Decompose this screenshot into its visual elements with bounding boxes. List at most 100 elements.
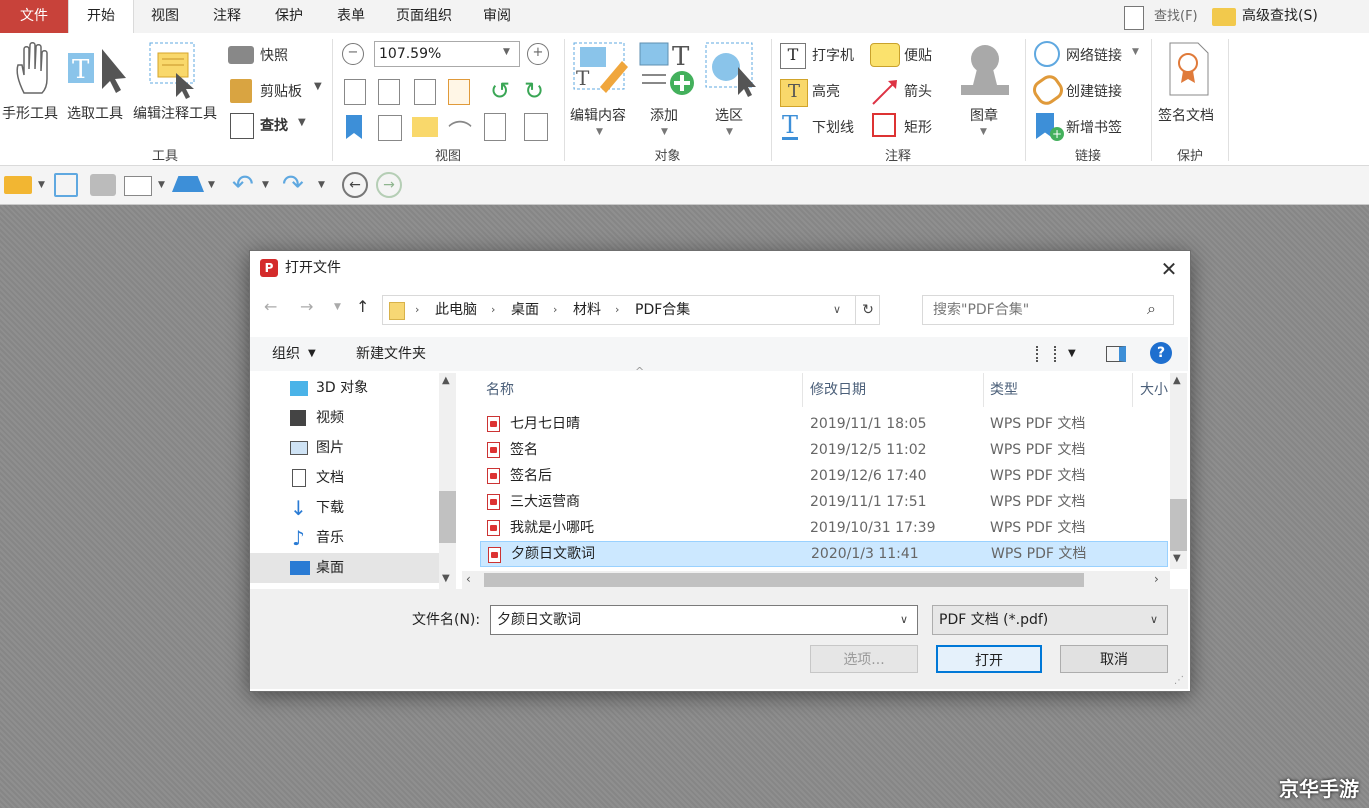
file-row[interactable]: 签名 2019/12/5 11:02 WPS PDF 文档 (480, 437, 1168, 463)
search-icon[interactable]: ⌕ (1147, 299, 1156, 319)
options-button[interactable]: 选项... (810, 645, 918, 673)
sign-document-button[interactable]: 签名文档 (1158, 105, 1214, 125)
tab-organize[interactable]: 页面组织 (384, 0, 464, 33)
save-icon[interactable] (54, 173, 78, 197)
nav-item-documents[interactable]: 文档 (250, 463, 440, 493)
view-dropdown-icon[interactable]: ▼ (1068, 337, 1076, 371)
preview-pane-icon[interactable] (1106, 346, 1126, 362)
nav-item-videos[interactable]: 视频 (250, 403, 440, 433)
email-icon[interactable] (124, 176, 152, 196)
attachment-icon[interactable]: ⌒ (448, 113, 472, 148)
organize-dropdown-icon[interactable]: ▼ (308, 337, 316, 371)
open-folder-icon[interactable] (4, 176, 32, 194)
bookmark-icon[interactable] (346, 115, 362, 139)
nav-item-desktop[interactable]: 桌面 (250, 553, 440, 583)
tab-review[interactable]: 审阅 (468, 0, 526, 33)
column-type[interactable]: 类型 (990, 373, 1018, 407)
new-folder-button[interactable]: 新建文件夹 (356, 337, 426, 371)
scroll-right-icon[interactable]: › (1154, 572, 1159, 586)
open-button[interactable]: 打开 (936, 645, 1042, 673)
zoom-dropdown-icon[interactable]: ▼ (503, 47, 510, 57)
edit-content-dropdown-icon[interactable]: ▼ (596, 127, 603, 137)
layers-icon[interactable] (484, 113, 506, 141)
nav-item-pictures[interactable]: 图片 (250, 433, 440, 463)
resize-grip-icon[interactable]: ⋰ (1174, 675, 1184, 686)
stamp-button[interactable]: 图章 (970, 105, 998, 125)
file-list-hscrollbar[interactable]: ‹ › (462, 571, 1170, 589)
file-row[interactable]: 我就是小哪吒 2019/10/31 17:39 WPS PDF 文档 (480, 515, 1168, 541)
rotate-left-icon[interactable]: ↺ (490, 77, 510, 105)
nav-item-downloads[interactable]: ↓ 下载 (250, 493, 440, 523)
print-icon[interactable] (90, 174, 116, 196)
undo-dropdown-icon[interactable]: ▼ (262, 180, 269, 190)
typewriter-button[interactable]: 打字机 (812, 45, 854, 65)
tab-form[interactable]: 表单 (322, 0, 380, 33)
nav-scrollbar[interactable]: ▲ ▼ (439, 373, 456, 589)
scroll-down-icon[interactable]: ▼ (442, 573, 450, 584)
file-list-scroll-thumb[interactable] (1170, 499, 1187, 551)
scan-icon[interactable] (172, 176, 204, 192)
breadcrumb-pdf-collection[interactable]: PDF合集 (635, 296, 690, 324)
address-dropdown-icon[interactable]: ∨ (833, 296, 841, 324)
breadcrumb-this-pc[interactable]: 此电脑 (435, 296, 477, 324)
find-tool-button[interactable]: 查找 (260, 115, 288, 135)
recent-dropdown-icon[interactable]: ▼ (334, 302, 341, 312)
filetype-dropdown-icon[interactable]: ∨ (1150, 605, 1158, 635)
up-icon[interactable]: ↑ (356, 297, 369, 316)
column-name[interactable]: 名称 (486, 373, 514, 407)
stamp-dropdown-icon[interactable]: ▼ (980, 127, 987, 137)
edit-content-button[interactable]: 编辑内容 (570, 105, 626, 125)
tab-home[interactable]: 开始 (68, 0, 134, 34)
email-dropdown-icon[interactable]: ▼ (158, 180, 165, 190)
file-row-selected[interactable]: 夕颜日文歌词 2020/1/3 11:41 WPS PDF 文档 (480, 541, 1168, 567)
edit-annotation-tool-button[interactable]: 编辑注释工具 (133, 103, 217, 123)
actual-size-icon[interactable] (344, 79, 366, 105)
file-row[interactable]: 三大运营商 2019/11/1 17:51 WPS PDF 文档 (480, 489, 1168, 515)
previous-view-icon[interactable]: ← (342, 172, 368, 198)
close-icon[interactable]: ✕ (1154, 255, 1184, 283)
tab-protect[interactable]: 保护 (260, 0, 318, 33)
select-area-dropdown-icon[interactable]: ▼ (726, 127, 733, 137)
find-button[interactable]: 查找(F) (1154, 0, 1198, 33)
redo-icon[interactable]: ↷ (282, 170, 304, 200)
add-bookmark-button[interactable]: 新增书签 (1066, 117, 1122, 137)
comments-icon[interactable] (412, 117, 438, 137)
refresh-icon[interactable]: ↻ (855, 296, 880, 324)
advanced-find-button[interactable]: 高级查找(S) (1242, 0, 1318, 33)
file-list-vscrollbar[interactable]: ▲ ▼ (1170, 373, 1187, 569)
breadcrumb-materials[interactable]: 材料 (573, 296, 601, 324)
fit-visible-icon[interactable] (448, 79, 470, 105)
fit-width-icon[interactable] (414, 79, 436, 105)
view-options-icon[interactable] (1036, 346, 1056, 362)
scroll-down-icon[interactable]: ▼ (1173, 553, 1181, 564)
doc-settings-icon[interactable] (524, 113, 548, 141)
zoom-out-icon[interactable]: − (342, 43, 364, 65)
find-dropdown-icon[interactable]: ▼ (298, 117, 306, 128)
hand-tool-button[interactable]: 手形工具 (2, 103, 58, 123)
web-link-dropdown-icon[interactable]: ▼ (1132, 47, 1139, 57)
tab-view[interactable]: 视图 (136, 0, 194, 33)
nav-item-music[interactable]: ♪ 音乐 (250, 523, 440, 553)
scroll-left-icon[interactable]: ‹ (466, 572, 471, 586)
scan-dropdown-icon[interactable]: ▼ (208, 180, 215, 190)
help-icon[interactable]: ? (1150, 342, 1172, 364)
cancel-button[interactable]: 取消 (1060, 645, 1168, 673)
web-link-button[interactable]: 网络链接 (1066, 45, 1122, 65)
fit-page-icon[interactable] (378, 79, 400, 105)
search-box[interactable]: 搜索"PDF合集" ⌕ (922, 295, 1174, 325)
forward-icon[interactable]: → (300, 297, 313, 316)
filetype-select[interactable]: PDF 文档 (*.pdf) (932, 605, 1168, 635)
arrow-button[interactable]: 箭头 (904, 81, 932, 101)
add-object-button[interactable]: 添加 (650, 105, 678, 125)
filename-input[interactable]: 夕颜日文歌词 (490, 605, 918, 635)
create-link-button[interactable]: 创建链接 (1066, 81, 1122, 101)
tab-comment[interactable]: 注释 (198, 0, 256, 33)
highlight-button[interactable]: 高亮 (812, 81, 840, 101)
select-area-button[interactable]: 选区 (715, 105, 743, 125)
file-row[interactable]: 签名后 2019/12/6 17:40 WPS PDF 文档 (480, 463, 1168, 489)
nav-scroll-thumb[interactable] (439, 491, 456, 543)
breadcrumb-desktop[interactable]: 桌面 (511, 296, 539, 324)
scroll-up-icon[interactable]: ▲ (1173, 375, 1181, 386)
open-dropdown-icon[interactable]: ▼ (38, 180, 45, 190)
undo-icon[interactable]: ↶ (232, 170, 254, 200)
